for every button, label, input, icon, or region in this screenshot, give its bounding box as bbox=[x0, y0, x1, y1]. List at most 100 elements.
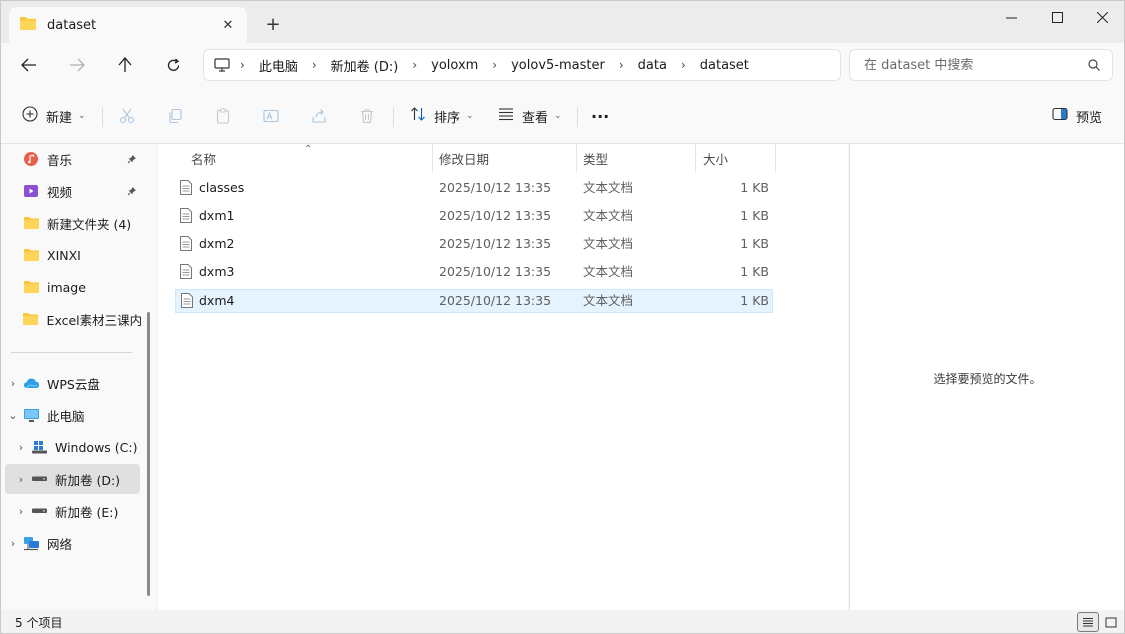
back-button[interactable] bbox=[14, 51, 44, 79]
network-icon bbox=[21, 535, 41, 551]
file-type: 文本文档 bbox=[583, 208, 634, 223]
delete-button[interactable] bbox=[356, 105, 378, 127]
file-type: 文本文档 bbox=[583, 264, 634, 279]
tab-close-icon[interactable]: ✕ bbox=[215, 18, 241, 33]
breadcrumb-dataset[interactable]: dataset bbox=[690, 58, 759, 73]
breadcrumb-this-pc[interactable]: 此电脑 bbox=[249, 56, 308, 75]
new-tab-button[interactable]: + bbox=[260, 13, 286, 39]
details-view-icon bbox=[1083, 617, 1093, 626]
more-options-button[interactable]: ··· bbox=[591, 103, 609, 129]
sidebar-item-image[interactable]: image bbox=[5, 272, 141, 302]
pin-icon[interactable] bbox=[127, 184, 137, 199]
chevron-down-icon[interactable]: ⌄ bbox=[5, 409, 21, 422]
up-button[interactable] bbox=[110, 51, 140, 79]
rename-button[interactable] bbox=[260, 105, 282, 127]
file-size: 1 KB bbox=[740, 180, 769, 195]
chevron-right-icon[interactable]: › bbox=[488, 58, 501, 72]
chevron-right-icon[interactable]: › bbox=[408, 58, 421, 72]
table-row[interactable]: dxm2 2025/10/12 13:35 文本文档 1 KB bbox=[175, 233, 773, 257]
details-view-button[interactable] bbox=[1077, 612, 1099, 632]
sort-label: 排序 bbox=[434, 110, 461, 126]
table-row-selected[interactable]: dxm4 2025/10/12 13:35 文本文档 1 KB bbox=[175, 289, 773, 313]
sidebar-item-new-folder-4[interactable]: 新建文件夹 (4) bbox=[5, 208, 141, 238]
view-button[interactable]: 查看 ⌄ bbox=[498, 103, 562, 129]
chevron-right-icon[interactable]: › bbox=[13, 441, 29, 454]
file-explorer-window: dataset ✕ + › 此电脑 › 新加卷 (D:) › yoloxm › … bbox=[0, 0, 1125, 634]
copy-button[interactable] bbox=[164, 105, 186, 127]
column-header-type[interactable]: 类型 bbox=[583, 144, 608, 172]
refresh-button[interactable] bbox=[158, 51, 188, 79]
chevron-right-icon[interactable]: › bbox=[677, 58, 690, 72]
navigation-bar: › 此电脑 › 新加卷 (D:) › yoloxm › yolov5-maste… bbox=[1, 43, 1124, 87]
column-header-name[interactable]: 名称 bbox=[191, 144, 216, 172]
sidebar-item-this-pc[interactable]: ⌄ 此电脑 bbox=[5, 400, 141, 430]
paste-button[interactable] bbox=[212, 105, 234, 127]
sidebar-item-wps-cloud[interactable]: › WPS云盘 bbox=[5, 368, 141, 398]
chevron-right-icon[interactable]: › bbox=[308, 58, 321, 72]
rename-icon bbox=[263, 109, 279, 123]
new-button[interactable]: 新建 ⌄ bbox=[22, 103, 86, 129]
copy-icon bbox=[169, 108, 182, 124]
column-divider[interactable] bbox=[432, 144, 433, 172]
share-button[interactable] bbox=[308, 105, 330, 127]
status-bar: 5 个项目 bbox=[1, 610, 1124, 633]
forward-button[interactable] bbox=[62, 51, 92, 79]
file-size: 1 KB bbox=[740, 236, 769, 251]
sidebar-item-drive-c[interactable]: › Windows (C:) bbox=[13, 432, 141, 462]
column-divider[interactable] bbox=[695, 144, 696, 172]
chevron-right-icon[interactable]: › bbox=[615, 58, 628, 72]
column-header-size[interactable]: 大小 bbox=[703, 144, 728, 172]
chevron-down-icon: ⌄ bbox=[466, 111, 474, 121]
column-header-modified[interactable]: 修改日期 bbox=[439, 144, 489, 172]
navigation-pane: 音乐 视频 新建文件夹 (4) XINXI image Excel素材三课内 ›… bbox=[1, 144, 156, 610]
breadcrumb-drive-d[interactable]: 新加卷 (D:) bbox=[321, 56, 409, 75]
search-input[interactable] bbox=[864, 57, 1076, 73]
breadcrumb-yolov5-master[interactable]: yolov5-master bbox=[501, 58, 615, 73]
pin-icon[interactable] bbox=[127, 152, 137, 167]
file-name: dxm4 bbox=[199, 293, 235, 308]
table-row[interactable]: classes 2025/10/12 13:35 文本文档 1 KB bbox=[175, 177, 773, 201]
address-bar[interactable]: › 此电脑 › 新加卷 (D:) › yoloxm › yolov5-maste… bbox=[203, 49, 841, 81]
chevron-right-icon[interactable]: › bbox=[236, 58, 249, 72]
column-divider[interactable] bbox=[576, 144, 577, 172]
sidebar-item-drive-e[interactable]: › 新加卷 (E:) bbox=[13, 496, 141, 526]
table-row[interactable]: dxm3 2025/10/12 13:35 文本文档 1 KB bbox=[175, 261, 773, 285]
file-type: 文本文档 bbox=[583, 293, 634, 308]
command-bar: 新建 ⌄ 排序 ⌄ 查看 ⌄ ··· 预览 bbox=[1, 87, 1124, 144]
sidebar-item-label: 此电脑 bbox=[47, 408, 85, 424]
maximize-button[interactable] bbox=[1034, 1, 1080, 33]
folder-icon bbox=[21, 215, 41, 231]
tiles-view-button[interactable] bbox=[1100, 612, 1122, 632]
preview-label: 预览 bbox=[1076, 110, 1103, 126]
breadcrumb-data[interactable]: data bbox=[628, 58, 677, 73]
sidebar-item-excel-materials[interactable]: Excel素材三课内 bbox=[5, 304, 141, 334]
windows-drive-icon bbox=[29, 439, 49, 455]
search-icon[interactable] bbox=[1076, 59, 1112, 71]
table-row[interactable]: dxm1 2025/10/12 13:35 文本文档 1 KB bbox=[175, 205, 773, 229]
sidebar-item-network[interactable]: › 网络 bbox=[5, 528, 141, 558]
close-window-button[interactable] bbox=[1079, 1, 1124, 33]
video-icon bbox=[21, 183, 41, 199]
file-size: 1 KB bbox=[740, 208, 769, 223]
tab-dataset[interactable]: dataset ✕ bbox=[9, 7, 247, 43]
sidebar-item-drive-d[interactable]: › 新加卷 (D:) bbox=[5, 464, 140, 494]
chevron-right-icon[interactable]: › bbox=[5, 537, 21, 550]
chevron-right-icon[interactable]: › bbox=[13, 505, 29, 518]
file-name: classes bbox=[199, 180, 245, 195]
clipboard-icon bbox=[216, 108, 230, 124]
file-modified: 2025/10/12 13:35 bbox=[439, 208, 552, 223]
monitor-icon bbox=[214, 58, 236, 72]
sidebar-item-xinxi[interactable]: XINXI bbox=[5, 240, 141, 270]
cut-button[interactable] bbox=[116, 105, 138, 127]
preview-pane-button[interactable]: 预览 bbox=[1052, 103, 1102, 129]
sidebar-item-music[interactable]: 音乐 bbox=[5, 144, 141, 174]
sidebar-item-videos[interactable]: 视频 bbox=[5, 176, 141, 206]
sidebar-scrollbar[interactable] bbox=[147, 312, 150, 596]
chevron-right-icon[interactable]: › bbox=[13, 473, 29, 486]
column-divider[interactable] bbox=[775, 144, 776, 172]
breadcrumb-yoloxm[interactable]: yoloxm bbox=[421, 58, 488, 73]
tab-title: dataset bbox=[47, 17, 97, 33]
minimize-button[interactable] bbox=[988, 1, 1034, 33]
chevron-right-icon[interactable]: › bbox=[5, 377, 21, 390]
sort-button[interactable]: 排序 ⌄ bbox=[410, 103, 474, 129]
